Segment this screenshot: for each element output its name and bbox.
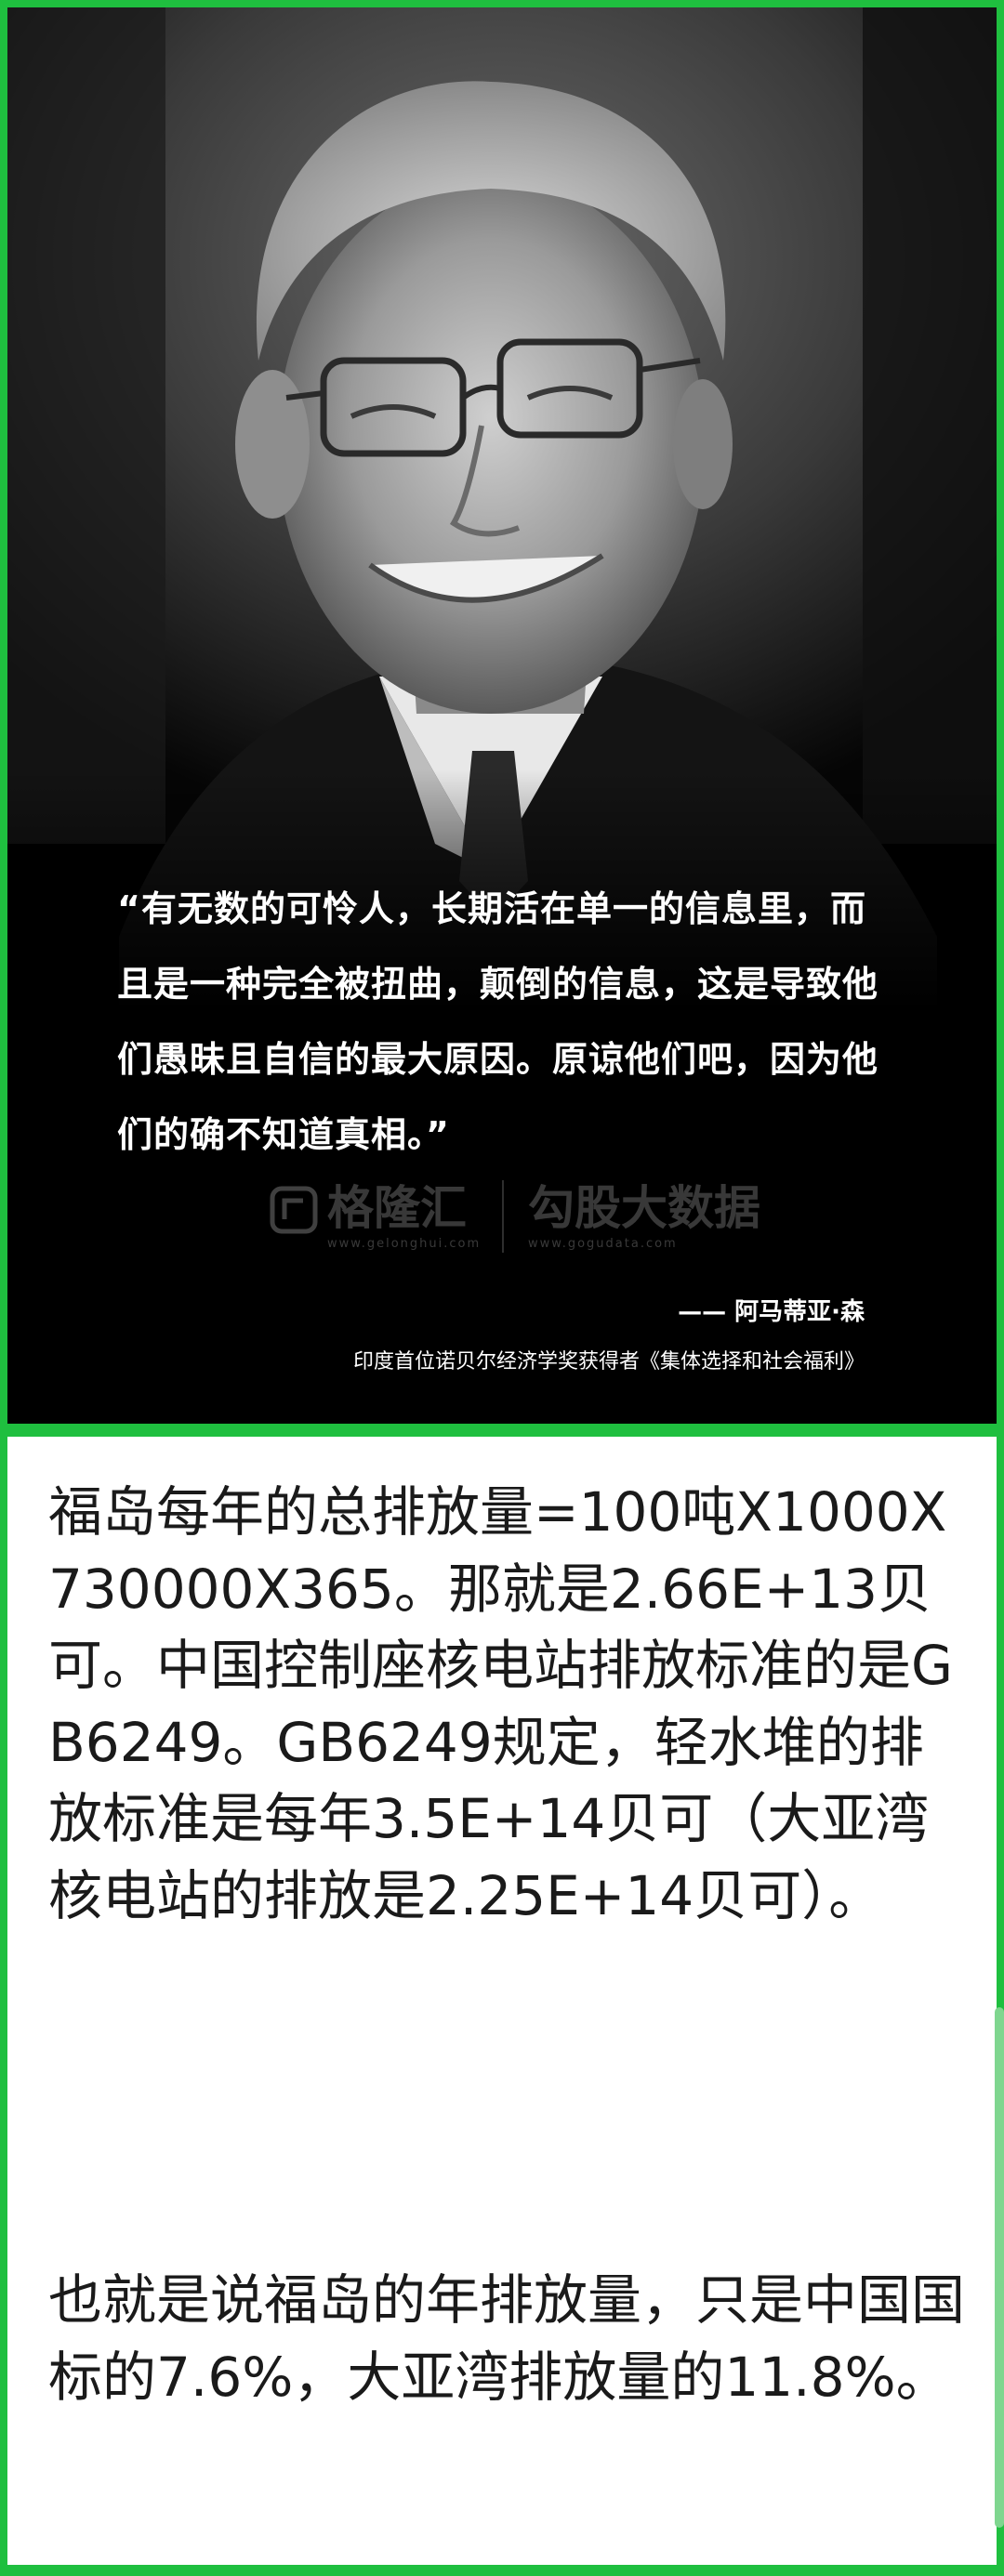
article-paragraph: 福岛每年的总排放量=100吨X1000X730000X365。那就是2.66E+… [48, 1480, 953, 1927]
watermark-gelonghui: 格隆汇 www.gelonghui.com [270, 1180, 483, 1264]
watermark-url: www.gogudata.com [528, 1237, 678, 1251]
scrollbar[interactable] [995, 2007, 1004, 2528]
quote-attribution: —— 阿马蒂亚·森 [678, 1298, 865, 1326]
article-body: 福岛每年的总排放量=100吨X1000X730000X365。那就是2.66E+… [7, 1437, 997, 2565]
author-affiliation: 印度首位诺贝尔经济学奖获得者《集体选择和社会福利》 [352, 1350, 865, 1373]
gelonghui-logo-icon [270, 1186, 318, 1234]
watermark-url: www.gelonghui.com [327, 1237, 482, 1251]
watermark-divider [502, 1180, 504, 1253]
quote-text: “有无数的可怜人，长期活在单一的信息里，而且是一种完全被扭曲，颠倒的信息，这是导… [117, 888, 879, 1155]
quote-poster: “有无数的可怜人，长期活在单一的信息里，而且是一种完全被扭曲，颠倒的信息，这是导… [7, 7, 997, 1424]
watermark-name: 勾股大数据 [528, 1181, 760, 1235]
article-paragraph: 也就是说福岛的年排放量，只是中国国标的7.6%，大亚湾排放量的11.8%。 [48, 2268, 966, 2409]
watermark-gogudata: 勾股大数据 www.gogudata.com [528, 1180, 770, 1264]
